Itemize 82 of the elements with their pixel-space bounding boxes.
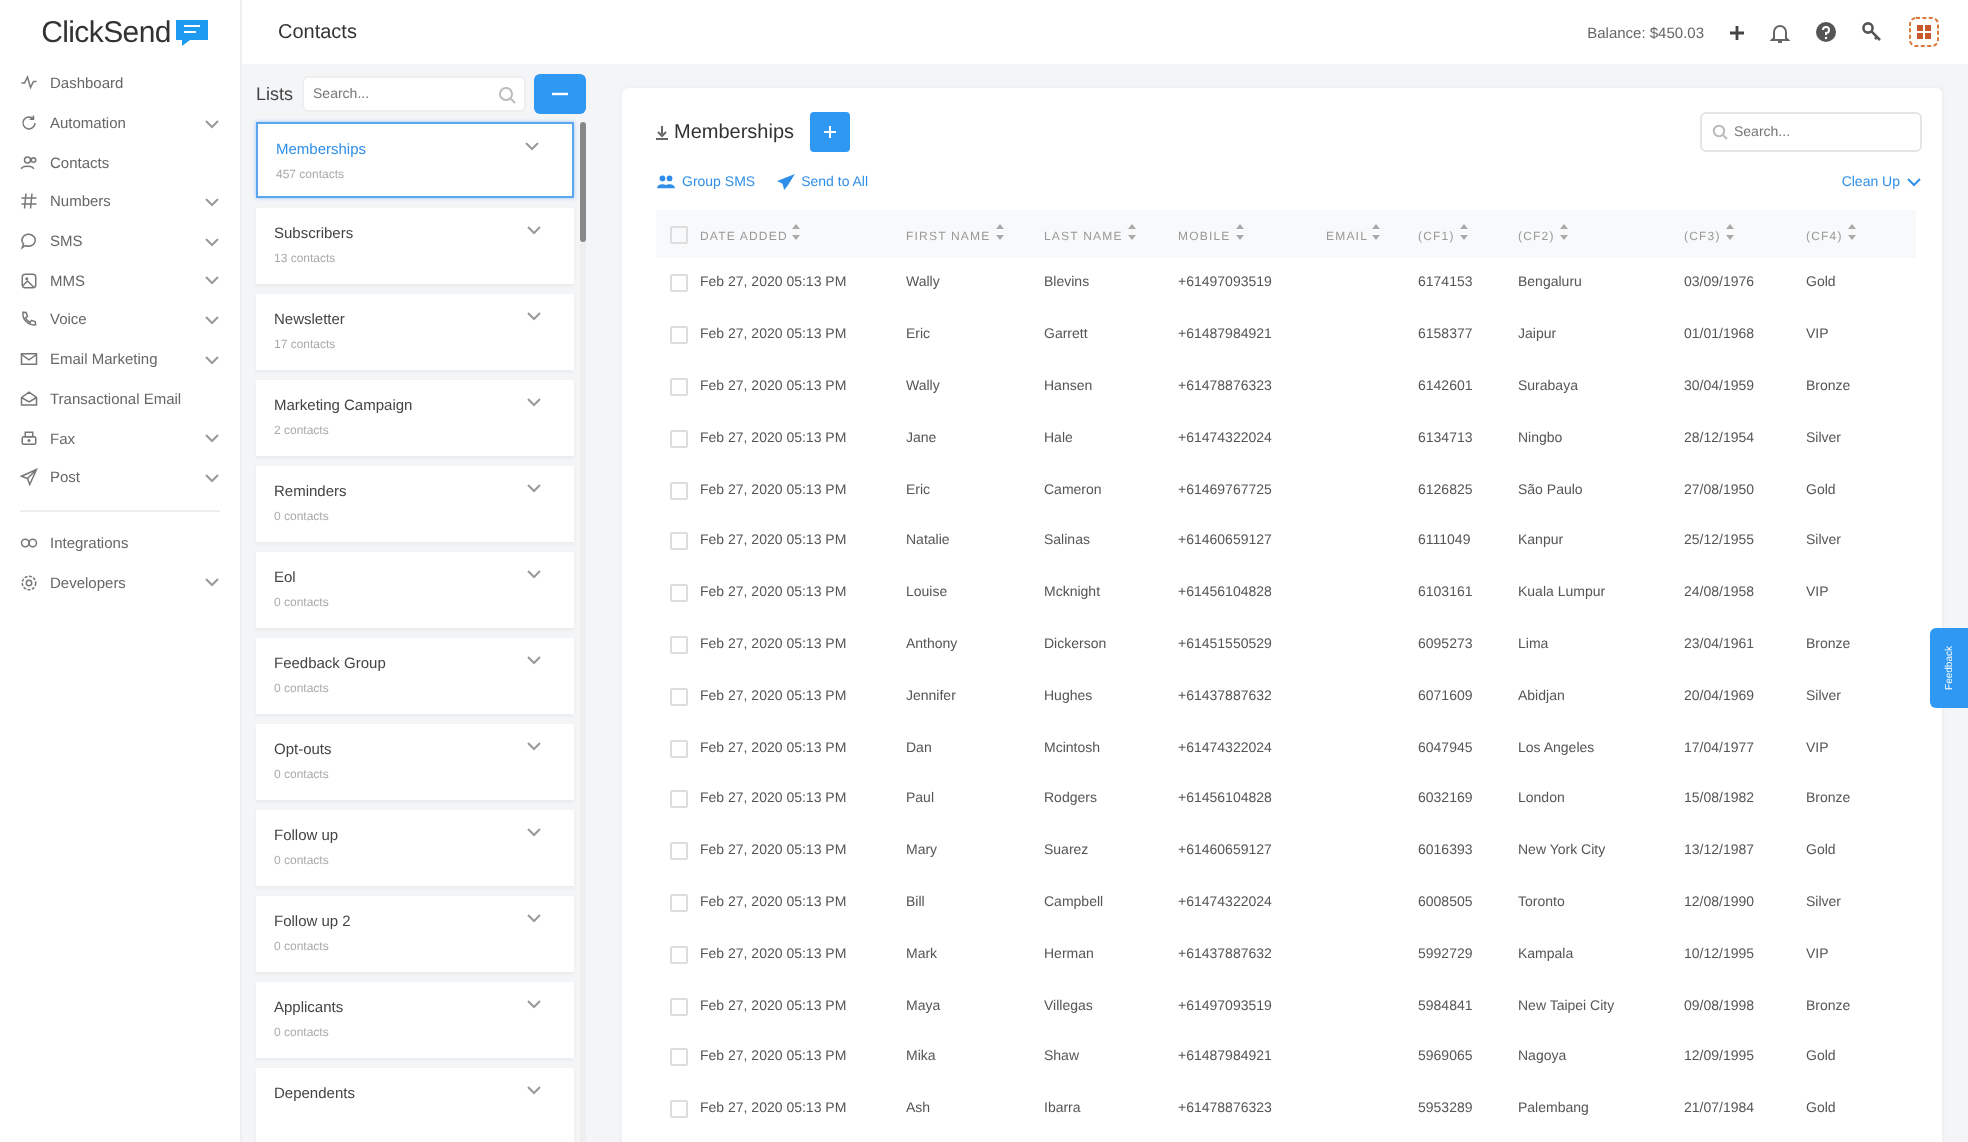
image-icon [20,271,38,290]
caret-icon [526,1084,543,1096]
sort-icon [1847,224,1856,240]
row-checkbox[interactable] [669,326,687,345]
add-list-button[interactable] [534,74,586,114]
scrollbar-thumb[interactable] [580,122,587,242]
search-icon [498,85,516,103]
caret-icon [204,313,220,326]
row-checkbox[interactable] [669,532,687,551]
link-icon [20,533,38,552]
paper-plane-icon [20,468,38,487]
row-checkbox[interactable] [669,842,687,861]
caret-icon [204,274,220,287]
caret-icon [526,654,543,666]
list-title: Memberships [674,121,795,143]
lists-label: Lists [256,84,294,104]
fax-icon [20,429,38,448]
caret-icon [204,432,220,445]
caret-icon [524,140,541,152]
sort-icon [1235,224,1244,240]
key-icon[interactable] [1862,22,1882,42]
sort-icon [1559,224,1568,240]
caret-icon [526,396,543,408]
hash-icon [20,192,38,211]
pulse-icon [20,74,38,93]
bell-icon[interactable] [1770,21,1790,43]
minus-icon [552,92,568,96]
row-checkbox[interactable] [669,893,687,912]
sort-icon [995,224,1003,240]
people-icon [20,153,38,172]
caret-icon [204,471,220,484]
envelope-icon [20,350,38,369]
row-checkbox[interactable] [669,377,687,396]
search-icon [1712,124,1728,140]
plus-icon[interactable] [1730,25,1744,39]
caret-icon [204,576,220,589]
caret-icon [204,195,220,208]
add-contact-button[interactable] [810,112,851,152]
row-checkbox[interactable] [669,429,687,448]
row-checkbox[interactable] [669,274,687,293]
open-envelope-icon [20,389,38,408]
caret-icon [526,224,543,236]
refresh-icon [20,114,38,133]
caret-icon [526,912,543,924]
caret-icon [526,998,543,1010]
caret-icon [204,117,220,130]
caret-icon [526,740,543,752]
gear-icon [20,573,38,592]
row-checkbox[interactable] [669,1048,687,1067]
caret-icon [526,568,543,580]
caret-icon [526,482,543,494]
sort-icon [1372,224,1381,240]
caret-icon [204,353,220,366]
caret-icon [526,826,543,838]
caret-icon [526,310,543,322]
paper-plane-icon [775,174,796,190]
logo-text: ClickSend [41,15,171,49]
help-icon[interactable] [1816,22,1836,42]
people-icon [656,174,676,190]
phone-icon [20,310,38,329]
sort-icon [1725,224,1734,240]
sort-icon [1127,224,1136,240]
row-checkbox[interactable] [669,687,687,706]
row-checkbox[interactable] [669,635,687,654]
row-checkbox[interactable] [669,945,687,964]
row-checkbox[interactable] [669,997,687,1016]
chat-bubble-icon [174,17,211,47]
avatar-icon[interactable] [1908,16,1940,48]
chat-bubble-icon [20,232,38,251]
sort-icon [792,224,801,240]
plus-icon [824,126,837,138]
caret-icon [204,235,220,248]
sort-icon [1459,224,1468,240]
row-checkbox[interactable] [669,584,687,603]
download-icon [656,125,668,139]
page-title: Contacts [278,21,359,43]
row-checkbox[interactable] [669,790,687,809]
caret-icon [1906,176,1922,188]
row-checkbox[interactable] [669,739,687,758]
select-all-checkbox[interactable] [669,225,687,243]
row-checkbox[interactable] [669,481,687,500]
row-checkbox[interactable] [669,1100,687,1119]
